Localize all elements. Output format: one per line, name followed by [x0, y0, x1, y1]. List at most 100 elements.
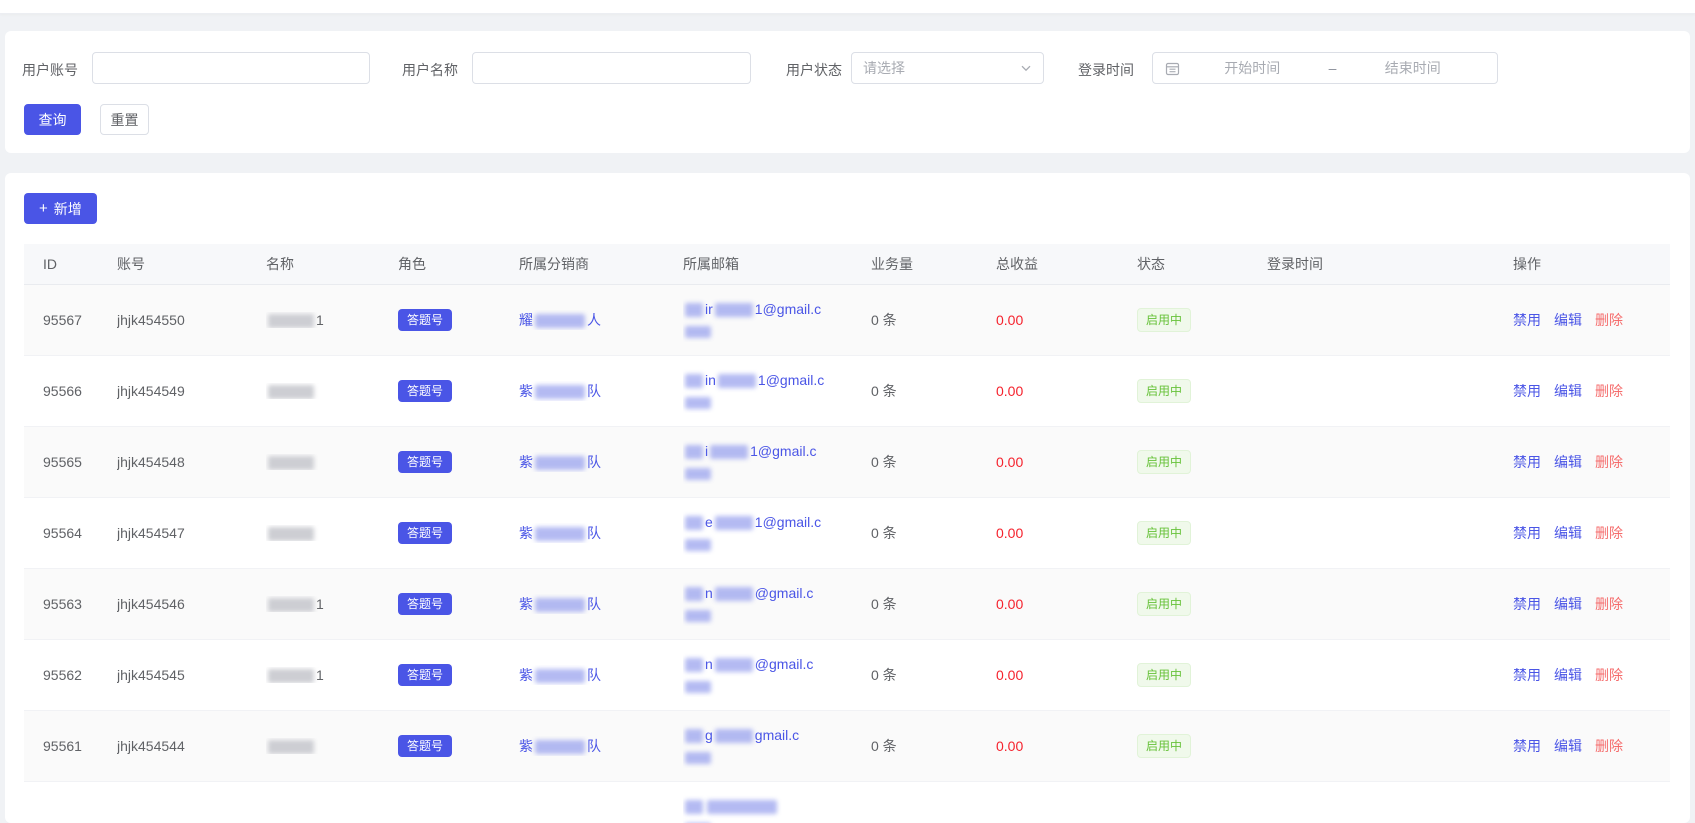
redacted-blur: [685, 303, 703, 317]
cell-account: jhjk454547: [117, 525, 266, 541]
redacted-blur: [268, 314, 314, 328]
distributor-prefix: 紫: [519, 454, 533, 470]
distributor-prefix: 紫: [519, 383, 533, 399]
chevron-down-icon: [1020, 62, 1032, 74]
email-visible-tail[interactable]: @gmail.c: [755, 656, 814, 672]
user-status-select[interactable]: 请选择: [851, 52, 1044, 84]
user-name-input[interactable]: [472, 52, 751, 84]
delete-link[interactable]: 删除: [1595, 454, 1623, 470]
delete-link[interactable]: 删除: [1595, 667, 1623, 683]
email-visible-mid[interactable]: in: [705, 372, 716, 388]
edit-link[interactable]: 编辑: [1554, 667, 1582, 683]
edit-link[interactable]: 编辑: [1554, 525, 1582, 541]
email-line2: [683, 604, 825, 626]
cell-name: 1: [266, 312, 398, 328]
email-visible-tail[interactable]: 1@gmail.c: [755, 514, 821, 530]
table-row: 95563jhjk4545461答题号紫队n@gmail.c0 条0.00启用中…: [24, 569, 1670, 640]
search-button[interactable]: 查询: [24, 104, 81, 135]
cell-status: 启用中: [1137, 450, 1267, 474]
redacted-blur: [715, 658, 753, 672]
user-account-input[interactable]: [92, 52, 370, 84]
email-line1: g gmail.c: [683, 724, 825, 746]
disable-link[interactable]: 禁用: [1513, 525, 1541, 541]
user-table-panel: + 新增 ID账号名称角色所属分销商所属邮箱业务量总收益状态登录时间操作 955…: [5, 173, 1690, 823]
distributor-prefix: 紫: [519, 667, 533, 683]
status-badge: 启用中: [1137, 450, 1191, 474]
table-row: 95562jhjk4545451答题号紫队n@gmail.c0 条0.00启用中…: [24, 640, 1670, 711]
email-visible-mid[interactable]: ir: [705, 301, 713, 317]
cell-volume: 0 条: [871, 381, 996, 401]
add-button-label: 新增: [54, 199, 82, 219]
disable-link[interactable]: 禁用: [1513, 667, 1541, 683]
email-visible-tail[interactable]: 1@gmail.c: [758, 372, 824, 388]
cell-income: 0.00: [996, 738, 1137, 754]
reset-button[interactable]: 重置: [100, 104, 149, 135]
table-row: [24, 782, 1670, 823]
delete-link[interactable]: 删除: [1595, 383, 1623, 399]
email-visible-tail[interactable]: 1@gmail.c: [750, 443, 816, 459]
edit-link[interactable]: 编辑: [1554, 738, 1582, 754]
edit-link[interactable]: 编辑: [1554, 383, 1582, 399]
cell-role: 答题号: [398, 451, 519, 473]
redacted-blur: [710, 445, 748, 459]
disable-link[interactable]: 禁用: [1513, 312, 1541, 328]
top-bar: [0, 0, 1695, 14]
cell-income: 0.00: [996, 454, 1137, 470]
cell-id: 95566: [24, 383, 117, 399]
email-line2: [683, 533, 825, 555]
edit-link[interactable]: 编辑: [1554, 596, 1582, 612]
cell-name: [266, 383, 398, 399]
role-badge: 答题号: [398, 451, 452, 473]
disable-link[interactable]: 禁用: [1513, 454, 1541, 470]
email-line1: i 1@gmail.c: [683, 440, 825, 462]
email-visible-mid[interactable]: n: [705, 585, 713, 601]
user-account-label: 用户账号: [22, 60, 78, 80]
login-time-range-picker[interactable]: 开始时间 – 结束时间: [1152, 52, 1498, 84]
add-user-button[interactable]: + 新增: [24, 193, 97, 224]
email-visible-tail[interactable]: 1@gmail.c: [755, 301, 821, 317]
email-line1: in 1@gmail.c: [683, 369, 825, 391]
cell-status: 启用中: [1137, 521, 1267, 545]
disable-link[interactable]: 禁用: [1513, 383, 1541, 399]
edit-link[interactable]: 编辑: [1554, 312, 1582, 328]
email-visible-tail[interactable]: @gmail.c: [755, 585, 814, 601]
status-badge: 启用中: [1137, 308, 1191, 332]
cell-ops: 禁用编辑删除: [1513, 736, 1670, 756]
column-header-ops: 操作: [1513, 254, 1670, 274]
email-visible-mid[interactable]: g: [705, 727, 713, 743]
email-visible-mid[interactable]: e: [705, 514, 713, 530]
cell-dist: 紫队: [519, 381, 683, 401]
redacted-blur: [685, 587, 703, 601]
disable-link[interactable]: 禁用: [1513, 738, 1541, 754]
redacted-blur: [685, 800, 703, 814]
email-visible-tail[interactable]: gmail.c: [755, 727, 799, 743]
redacted-blur: [715, 729, 753, 743]
email-visible-mid[interactable]: n: [705, 656, 713, 672]
cell-dist: 紫队: [519, 523, 683, 543]
disable-link[interactable]: 禁用: [1513, 596, 1541, 612]
delete-link[interactable]: 删除: [1595, 312, 1623, 328]
cell-ops: 禁用编辑删除: [1513, 665, 1670, 685]
cell-name: [266, 454, 398, 470]
cell-email: n @gmail.c: [683, 653, 871, 697]
distributor-suffix: 队: [587, 596, 601, 612]
delete-link[interactable]: 删除: [1595, 525, 1623, 541]
cell-dist: 紫队: [519, 594, 683, 614]
cell-role: 答题号: [398, 664, 519, 686]
cell-status: 启用中: [1137, 734, 1267, 758]
cell-dist: 耀人: [519, 310, 683, 330]
table-row: 95564jhjk454547答题号紫队e1@gmail.c0 条0.00启用中…: [24, 498, 1670, 569]
cell-ops: 禁用编辑删除: [1513, 381, 1670, 401]
cell-income: 0.00: [996, 525, 1137, 541]
status-badge: 启用中: [1137, 592, 1191, 616]
redacted-blur: [718, 374, 756, 388]
cell-status: 启用中: [1137, 379, 1267, 403]
delete-link[interactable]: 删除: [1595, 596, 1623, 612]
date-start-placeholder: 开始时间: [1180, 58, 1325, 78]
email-visible-mid[interactable]: i: [705, 443, 708, 459]
filter-panel: 用户账号 用户名称 用户状态 请选择 登录时间 开始时间 – 结束时间 查询 重…: [5, 31, 1690, 153]
delete-link[interactable]: 删除: [1595, 738, 1623, 754]
name-visible-text: 1: [316, 312, 324, 328]
cell-id: 95561: [24, 738, 117, 754]
edit-link[interactable]: 编辑: [1554, 454, 1582, 470]
